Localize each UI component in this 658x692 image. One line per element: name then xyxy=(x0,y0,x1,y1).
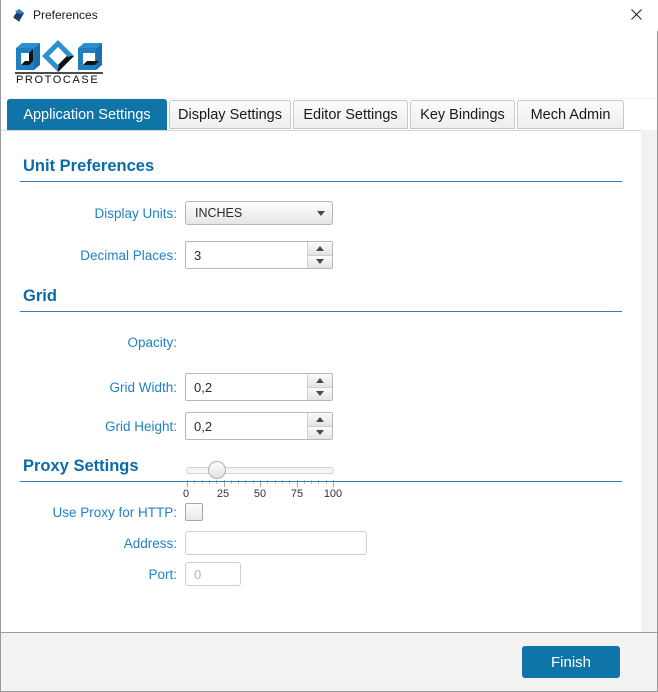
display-units-dropdown[interactable]: INCHES xyxy=(185,201,333,225)
label-use-proxy: Use Proxy for HTTP: xyxy=(52,505,177,520)
label-opacity: Opacity: xyxy=(127,335,177,350)
chevron-down-icon xyxy=(310,210,332,216)
stepper-down-icon[interactable] xyxy=(308,387,332,400)
display-units-value: INCHES xyxy=(195,206,243,220)
section-divider xyxy=(20,311,622,312)
protocase-logo: PROTOCASE xyxy=(12,34,108,86)
decimal-places-value: 3 xyxy=(194,247,202,263)
address-input[interactable] xyxy=(185,531,367,555)
label-grid-width: Grid Width: xyxy=(109,380,177,395)
slider-tick-label: 75 xyxy=(290,488,304,500)
stepper-down-icon[interactable] xyxy=(308,426,332,439)
section-divider xyxy=(20,181,622,182)
slider-tick-label: 100 xyxy=(323,488,343,500)
protocase-app-icon xyxy=(11,7,27,23)
finish-button[interactable]: Finish xyxy=(522,646,620,678)
finish-button-label: Finish xyxy=(550,653,591,671)
tab-editor-settings[interactable]: Editor Settings xyxy=(293,100,408,129)
preferences-window: Preferences PROTOCASE Application Settin… xyxy=(0,0,658,692)
slider-thumb[interactable] xyxy=(208,461,227,479)
stepper-up-icon[interactable] xyxy=(308,374,332,388)
section-title-grid: Grid xyxy=(23,287,57,305)
tab-display-settings[interactable]: Display Settings xyxy=(169,100,291,129)
stepper-up-icon[interactable] xyxy=(308,242,332,256)
panel-gutter xyxy=(641,130,657,632)
grid-height-value: 0,2 xyxy=(194,418,213,434)
tab-label: Display Settings xyxy=(178,106,282,123)
tab-strip: Application Settings Display Settings Ed… xyxy=(1,99,657,130)
svg-text:PROTOCASE: PROTOCASE xyxy=(16,74,99,84)
opacity-slider[interactable]: 0 25 50 75 100 xyxy=(183,461,342,500)
section-title-proxy-settings: Proxy Settings xyxy=(23,457,139,475)
tab-label: Mech Admin xyxy=(530,106,611,123)
tab-label: Application Settings xyxy=(23,106,151,123)
label-address: Address: xyxy=(123,536,177,551)
grid-width-value: 0,2 xyxy=(194,379,213,395)
stepper-down-icon[interactable] xyxy=(308,255,332,268)
section-title-unit-preferences: Unit Preferences xyxy=(23,157,155,175)
tab-key-bindings[interactable]: Key Bindings xyxy=(410,100,515,129)
label-grid-height: Grid Height: xyxy=(104,419,177,434)
close-icon[interactable] xyxy=(614,0,658,29)
tab-mech-admin[interactable]: Mech Admin xyxy=(517,100,624,129)
slider-tick-label: 25 xyxy=(216,488,230,500)
settings-panel: Unit Preferences Display Units: INCHES D… xyxy=(1,130,641,633)
label-display-units: Display Units: xyxy=(94,206,177,221)
tab-label: Editor Settings xyxy=(303,106,398,123)
brand-header: PROTOCASE xyxy=(1,30,657,98)
stepper-buttons xyxy=(307,413,332,439)
grid-width-stepper[interactable]: 0,2 xyxy=(185,373,333,401)
port-value: 0 xyxy=(194,566,202,582)
stepper-buttons xyxy=(307,242,332,268)
dialog-footer: Finish xyxy=(1,632,657,691)
tab-application-settings[interactable]: Application Settings xyxy=(7,99,167,130)
decimal-places-stepper[interactable]: 3 xyxy=(185,241,333,269)
stepper-up-icon[interactable] xyxy=(308,413,332,427)
section-divider xyxy=(20,481,622,482)
stepper-buttons xyxy=(307,374,332,400)
label-decimal-places: Decimal Places: xyxy=(80,248,177,263)
grid-height-stepper[interactable]: 0,2 xyxy=(185,412,333,440)
slider-tick-label: 50 xyxy=(253,488,267,500)
label-port: Port: xyxy=(148,567,177,582)
slider-tick-label: 0 xyxy=(182,488,190,500)
window-title: Preferences xyxy=(33,8,98,22)
port-input[interactable]: 0 xyxy=(185,562,241,586)
use-proxy-checkbox[interactable] xyxy=(185,503,203,521)
tab-label: Key Bindings xyxy=(420,106,505,123)
title-bar: Preferences xyxy=(1,0,658,31)
